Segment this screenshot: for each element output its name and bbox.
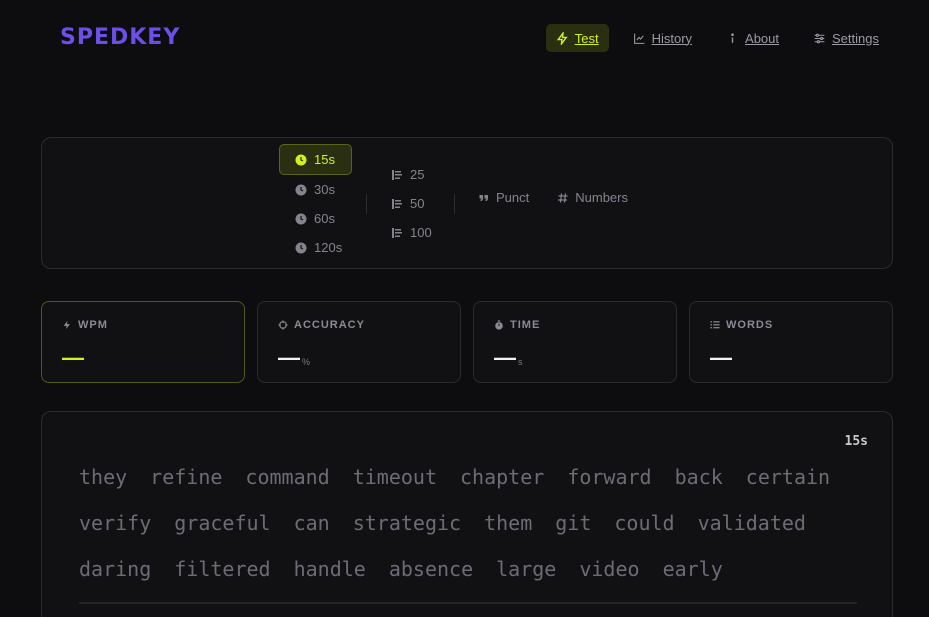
stat-unit: % — [302, 357, 311, 367]
punctuation-label: Punct — [496, 190, 530, 205]
app-logo: SPEDKEY — [60, 25, 181, 50]
stopwatch-icon — [495, 320, 503, 330]
zap-icon — [556, 31, 568, 45]
test-word: video — [579, 557, 640, 581]
test-word: daring — [79, 557, 152, 581]
nav-history-label: History — [651, 30, 693, 46]
stat-label-text: TIME — [510, 319, 541, 331]
nav-test[interactable]: Test — [545, 24, 609, 52]
typing-progress-line — [79, 602, 857, 604]
test-word: forward — [567, 465, 652, 489]
numbers-label: Numbers — [575, 190, 628, 205]
test-word: git — [555, 511, 592, 535]
time-option-label: 120s — [314, 240, 343, 255]
nav-settings[interactable]: Settings — [803, 24, 889, 52]
stat-label-text: ACCURACY — [294, 319, 365, 331]
time-option-120s[interactable]: 120s — [279, 233, 352, 262]
word-count-options: 25 50 100 — [389, 160, 432, 247]
zap-icon — [63, 320, 70, 330]
clock-icon — [295, 184, 307, 195]
typing-area[interactable]: 15s they refine command timeout chapter forwa… — [41, 411, 893, 617]
countdown-timer: 15s — [844, 434, 868, 449]
stat-wpm: WPM — — [41, 301, 245, 383]
text-lines-icon — [392, 169, 402, 180]
clock-icon — [295, 213, 307, 224]
crosshair-icon — [278, 320, 288, 330]
nav-history[interactable]: History — [623, 24, 702, 52]
stat-words: WORDS — — [689, 301, 893, 383]
quote-icon — [479, 194, 488, 201]
stat-value-text: — — [710, 345, 732, 370]
sliders-icon — [814, 33, 825, 43]
nav-test-label: Test — [574, 30, 599, 46]
chart-icon — [633, 33, 644, 44]
stat-value-text: — — [278, 345, 300, 370]
test-word: handle — [293, 557, 366, 581]
test-word: could — [614, 511, 675, 535]
test-word: absence — [388, 557, 474, 581]
time-option-label: 15s — [314, 152, 335, 167]
numbers-toggle[interactable]: Numbers — [557, 190, 628, 205]
stat-accuracy: ACCURACY — % — [257, 301, 461, 383]
stat-value-text: — — [62, 345, 84, 370]
stat-time: TIME — s — [473, 301, 677, 383]
word-list: they refine command timeout chapter forward ba… — [79, 454, 869, 592]
test-word: they — [79, 465, 128, 489]
word-option-50[interactable]: 50 — [389, 189, 432, 218]
nav-settings-label: Settings — [832, 30, 879, 46]
list-icon — [710, 321, 720, 329]
mode-toggles: Punct Numbers — [478, 190, 628, 205]
test-word: command — [245, 465, 330, 489]
test-word: validated — [697, 511, 806, 535]
word-option-label: 100 — [410, 225, 432, 240]
config-divider — [366, 194, 367, 214]
word-option-25[interactable]: 25 — [389, 160, 432, 189]
test-word: them — [484, 511, 533, 535]
test-word: graceful — [174, 511, 271, 535]
time-option-30s[interactable]: 30s — [279, 175, 352, 204]
time-option-label: 30s — [314, 182, 335, 197]
stat-label-text: WORDS — [726, 319, 774, 331]
stat-unit: s — [518, 357, 523, 367]
nav-about[interactable]: About — [716, 24, 789, 52]
stat-value-text: — — [494, 345, 516, 370]
word-option-label: 25 — [410, 167, 425, 182]
test-word: verify — [79, 511, 152, 535]
main-nav: Test History About Settings — [545, 24, 889, 52]
hash-icon — [558, 192, 568, 203]
test-word: can — [293, 511, 330, 535]
test-word: back — [674, 465, 723, 489]
punctuation-toggle[interactable]: Punct — [478, 190, 529, 205]
test-word: large — [496, 557, 557, 581]
test-word: refine — [150, 465, 223, 489]
time-option-60s[interactable]: 60s — [279, 204, 352, 233]
test-word: early — [662, 557, 723, 581]
text-lines-icon — [392, 227, 402, 238]
test-word: chapter — [460, 465, 545, 489]
stat-label-text: WPM — [78, 319, 108, 331]
test-word: filtered — [174, 557, 271, 581]
text-lines-icon — [392, 198, 402, 209]
info-icon — [731, 32, 734, 43]
nav-about-label: About — [745, 30, 780, 46]
time-option-15s[interactable]: 15s — [279, 144, 352, 175]
word-option-label: 50 — [410, 196, 425, 211]
clock-icon — [295, 242, 307, 253]
config-divider — [454, 194, 455, 214]
test-word: certain — [745, 465, 831, 489]
word-option-100[interactable]: 100 — [389, 218, 432, 247]
time-option-label: 60s — [314, 211, 335, 226]
clock-icon — [295, 154, 307, 165]
test-word: timeout — [352, 465, 438, 489]
time-options: 15s 30s 60s 120s — [279, 144, 352, 262]
test-word: strategic — [352, 511, 462, 535]
test-config-panel: 15s 30s 60s 120s 25 50 100 Punct Numbers — [41, 137, 893, 269]
